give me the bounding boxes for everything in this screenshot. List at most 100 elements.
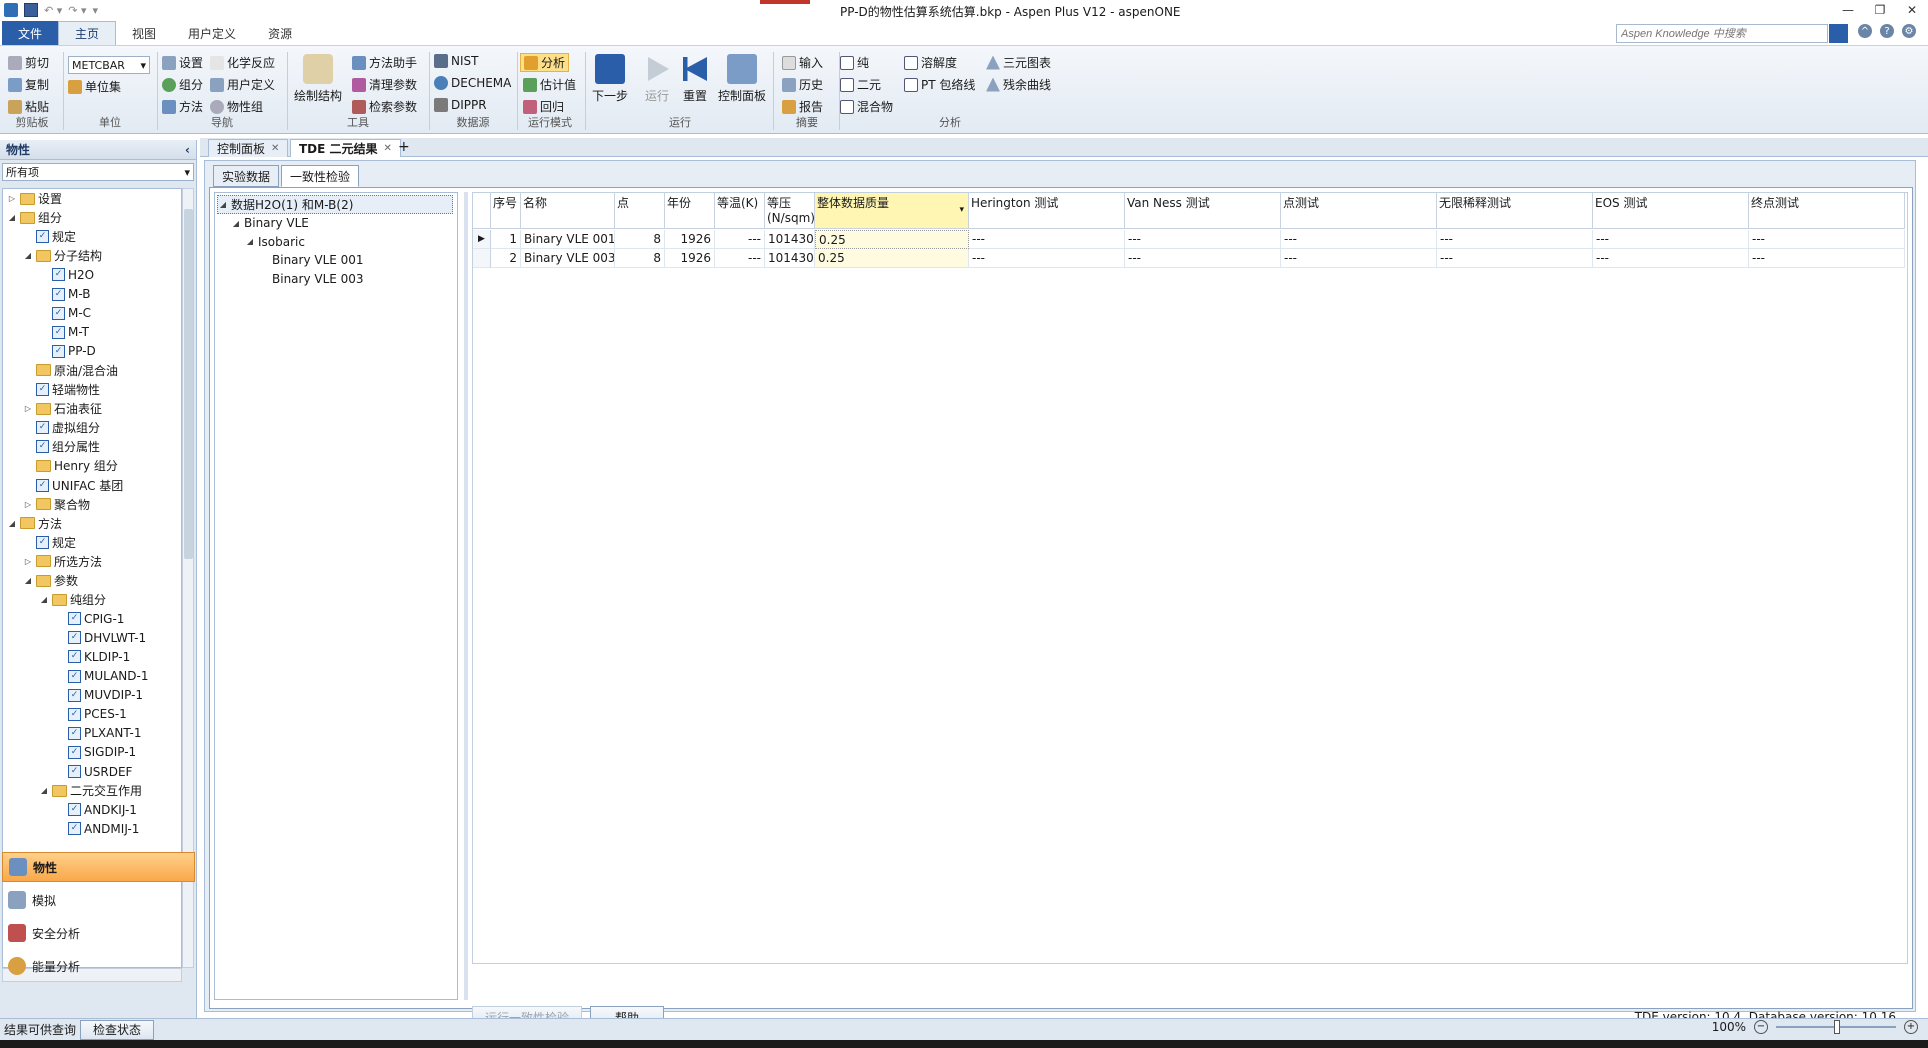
check-status-button[interactable]: 检查状态 <box>80 1019 155 1040</box>
run-button[interactable]: 运行 <box>642 54 672 104</box>
tree-item[interactable]: ✓ PP-D <box>39 342 96 361</box>
expand-toggle-icon[interactable]: ▷ <box>23 500 33 509</box>
table-cell[interactable]: --- <box>969 230 1125 249</box>
next-button[interactable]: 下一步 <box>592 54 628 104</box>
table-cell[interactable]: --- <box>1125 230 1281 249</box>
column-header[interactable]: 无限稀释测试 <box>1437 193 1593 229</box>
expand-toggle-icon[interactable]: ◢ <box>23 576 33 585</box>
column-header[interactable]: EOS 测试 <box>1593 193 1749 229</box>
expand-toggle-icon[interactable]: ▷ <box>23 404 33 413</box>
paste-button[interactable]: 粘贴 <box>8 98 49 115</box>
column-header[interactable]: 序号 <box>491 193 521 229</box>
tree-item[interactable]: ✓ KLDIP-1 <box>55 647 130 666</box>
table-cell[interactable]: 0.25 <box>815 249 969 268</box>
table-cell[interactable]: 8 <box>615 249 665 268</box>
tree-item[interactable]: ✓ 规定 <box>23 533 76 552</box>
tree-item[interactable]: ✓ PLXANT-1 <box>55 724 142 743</box>
column-header[interactable]: 等压(N/sqm) <box>765 193 815 229</box>
collapse-ribbon-icon[interactable]: ^ <box>1858 24 1872 38</box>
tree-item[interactable]: ✓ UNIFAC 基团 <box>23 476 123 495</box>
tree-item[interactable]: ✓ PCES-1 <box>55 705 127 724</box>
knowledge-search-input[interactable] <box>1616 24 1828 43</box>
binary-analysis-button[interactable]: 二元 <box>840 76 881 93</box>
table-cell[interactable]: --- <box>1281 230 1437 249</box>
table-cell[interactable]: --- <box>1593 249 1749 268</box>
tree-item[interactable]: 原油/混合油 <box>23 361 118 380</box>
tree-item[interactable]: Henry 组分 <box>23 456 118 475</box>
tree-item[interactable]: ✓ H2O <box>39 265 94 284</box>
chem-button[interactable]: 化学反应 <box>210 54 275 71</box>
zoom-in-icon[interactable]: + <box>1904 1020 1918 1034</box>
tab-experimental-data[interactable]: 实验数据 <box>213 165 280 187</box>
tree-item[interactable]: ✓ MUVDIP-1 <box>55 686 143 705</box>
tree-item[interactable]: ✓ 虚拟组分 <box>23 418 100 437</box>
row-selector[interactable]: ▶ <box>473 230 491 249</box>
tree-item[interactable]: ✓ 轻端物性 <box>23 380 100 399</box>
ternary-diagram-button[interactable]: 三元图表 <box>986 54 1051 71</box>
estimation-mode-button[interactable]: 估计值 <box>523 76 576 93</box>
tree-item[interactable]: ✓ ANDMIJ-1 <box>55 819 139 838</box>
table-cell[interactable]: 2 <box>491 249 521 268</box>
table-cell[interactable]: --- <box>715 249 765 268</box>
tree-vertical-scrollbar[interactable] <box>182 188 194 968</box>
settings-icon[interactable]: ⚙ <box>1902 24 1916 38</box>
dataset-tree-item[interactable]: ◢ 数据H2O(1) 和M-B(2) <box>217 195 453 214</box>
pure-analysis-button[interactable]: 纯 <box>840 54 869 71</box>
regression-mode-button[interactable]: 回归 <box>523 98 564 115</box>
dechema-button[interactable]: DECHEMA <box>434 76 511 90</box>
retrieve-params-button[interactable]: 检索参数 <box>352 98 417 115</box>
column-header[interactable]: 等温(K) <box>715 193 765 229</box>
tab-file[interactable]: 文件 <box>2 21 59 45</box>
tree-item[interactable]: ◢ 方法 <box>7 514 62 533</box>
history-button[interactable]: 历史 <box>782 76 823 93</box>
help-icon[interactable]: ? <box>1880 24 1894 38</box>
tree-item[interactable]: ▷ 聚合物 <box>23 495 90 514</box>
pt-envelope-button[interactable]: PT 包络线 <box>904 76 975 93</box>
unit-set-button[interactable]: 单位集 <box>68 78 121 95</box>
draw-structure-button[interactable]: 绘制结构 <box>294 54 342 104</box>
reset-button[interactable]: 重置 <box>680 54 710 104</box>
tree-item[interactable]: ✓ DHVLWT-1 <box>55 628 146 647</box>
tree-item[interactable]: ✓ ANDKIJ-1 <box>55 800 137 819</box>
tab-tde-binary[interactable]: TDE 二元结果 ✕ <box>290 139 401 157</box>
table-cell[interactable]: 1926 <box>665 249 715 268</box>
column-header[interactable]: Van Ness 测试 <box>1125 193 1281 229</box>
expand-toggle-icon[interactable]: ◢ <box>23 251 33 260</box>
customize-qa-icon[interactable]: ▾ <box>93 4 99 17</box>
nav-properties[interactable]: 物性 <box>2 852 195 882</box>
table-cell[interactable]: 1926 <box>665 230 715 249</box>
components-button[interactable]: 组分 <box>162 76 203 93</box>
table-cell[interactable]: Binary VLE 001 <box>521 230 615 249</box>
dataset-tree-item[interactable]: ◢ Isobaric <box>245 232 305 251</box>
column-header[interactable]: 点测试 <box>1281 193 1437 229</box>
tree-item[interactable]: ✓ USRDEF <box>55 762 132 781</box>
table-cell[interactable]: --- <box>969 249 1125 268</box>
pane-splitter[interactable] <box>464 192 468 1000</box>
expand-toggle-icon[interactable]: ◢ <box>218 200 228 209</box>
expand-toggle-icon[interactable]: ◢ <box>7 213 17 222</box>
control-panel-button[interactable]: 控制面板 <box>718 54 766 104</box>
table-cell[interactable]: 8 <box>615 230 665 249</box>
expand-toggle-icon[interactable]: ▷ <box>23 557 33 566</box>
column-header[interactable]: Herington 测试 <box>969 193 1125 229</box>
table-cell[interactable]: 101430 <box>765 249 815 268</box>
cut-button[interactable]: 剪切 <box>8 54 49 71</box>
nav-energy[interactable]: 能量分析 <box>2 951 195 981</box>
filter-combo[interactable]: 所有项 ▾ <box>2 163 194 181</box>
tab-view[interactable]: 视图 <box>116 21 172 45</box>
close-icon[interactable]: ✕ <box>1896 0 1928 20</box>
tree-item[interactable]: ▷ 所选方法 <box>23 552 102 571</box>
close-icon[interactable]: ✕ <box>271 143 279 154</box>
dataset-tree-item[interactable]: ◢ Binary VLE <box>231 214 309 233</box>
tab-resources[interactable]: 资源 <box>252 21 308 45</box>
tree-item[interactable]: ✓ 组分属性 <box>23 437 100 456</box>
column-header[interactable]: 名称 <box>521 193 615 229</box>
search-icon[interactable] <box>1829 24 1848 43</box>
tree-item[interactable]: ◢ 参数 <box>23 571 78 590</box>
column-header[interactable]: 年份 <box>665 193 715 229</box>
expand-toggle-icon[interactable]: ◢ <box>39 595 49 604</box>
new-tab-icon[interactable]: + <box>398 139 410 155</box>
nav-simulation[interactable]: 模拟 <box>2 885 195 915</box>
expand-toggle-icon[interactable]: ◢ <box>231 219 241 228</box>
app-icon[interactable] <box>4 3 18 17</box>
